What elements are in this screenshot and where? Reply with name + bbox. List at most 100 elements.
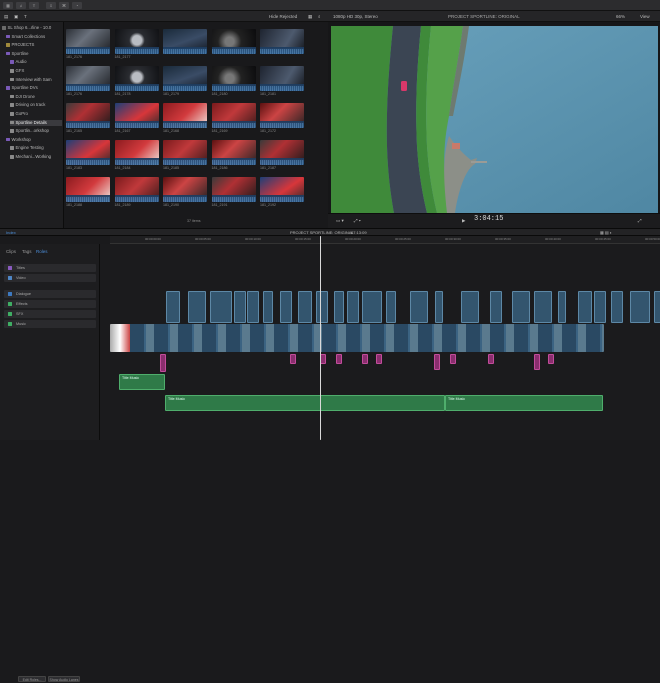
sidebar-item[interactable]: Mechani...Working xyxy=(10,154,62,161)
transform-icon[interactable]: ⤢ ▾ xyxy=(354,217,361,224)
connected-audio-clip[interactable] xyxy=(290,354,296,364)
clip-thumbnail[interactable] xyxy=(163,140,207,165)
connected-audio-clip[interactable] xyxy=(336,354,342,364)
clip-thumbnail[interactable] xyxy=(163,66,207,91)
connected-video-clip[interactable] xyxy=(594,291,606,323)
sidebar-item[interactable]: Workshop xyxy=(6,137,62,144)
sidebar-item[interactable]: Sportlin...orkshop xyxy=(10,128,62,135)
clip-thumbnail[interactable] xyxy=(211,140,256,165)
clip-thumbnail[interactable] xyxy=(260,140,304,165)
connected-video-clip[interactable] xyxy=(630,291,650,323)
sidebar-item[interactable]: Sportline Details xyxy=(10,119,62,127)
sidebar-item[interactable]: PROJECTS xyxy=(6,42,62,49)
role-row[interactable]: SFX xyxy=(4,310,96,318)
keyword-button[interactable]: ⌘ xyxy=(59,2,69,9)
playhead[interactable] xyxy=(320,236,321,440)
clip-thumbnail[interactable] xyxy=(211,66,256,91)
clip-thumbnail[interactable] xyxy=(260,103,304,128)
connected-video-clip[interactable] xyxy=(316,291,328,323)
sidebar-item[interactable]: Smart Collections xyxy=(6,34,62,41)
connected-video-clip[interactable] xyxy=(461,291,479,323)
clip-thumbnail[interactable] xyxy=(260,177,304,202)
clip-thumbnail[interactable] xyxy=(114,29,159,54)
connected-video-clip[interactable] xyxy=(512,291,530,323)
connected-video-clip[interactable] xyxy=(347,291,359,323)
libraries-icon[interactable]: ▤ xyxy=(4,13,8,20)
connected-video-clip[interactable] xyxy=(247,291,259,323)
connected-video-clip[interactable] xyxy=(386,291,396,323)
import-button[interactable]: ⇩ xyxy=(46,2,56,9)
connected-video-clip[interactable] xyxy=(166,291,180,323)
connected-video-clip[interactable] xyxy=(298,291,312,323)
connected-video-clip[interactable] xyxy=(611,291,623,323)
connected-audio-clip[interactable] xyxy=(160,354,166,372)
connected-video-clip[interactable] xyxy=(654,291,660,323)
sidebar-item[interactable]: SL Shop 6...rline - 10.0 xyxy=(2,25,62,32)
sidebar-item[interactable]: Sportline DVs xyxy=(6,85,62,92)
music-clip[interactable]: Title Music xyxy=(165,395,445,411)
photos-icon[interactable]: ▣ xyxy=(14,13,18,20)
storyline-start-clip[interactable] xyxy=(110,324,130,352)
music-clip[interactable]: Title Music xyxy=(119,374,165,390)
titles-icon[interactable]: T xyxy=(24,13,27,20)
connected-audio-clip[interactable] xyxy=(434,354,440,370)
timeline-ruler[interactable]: 00:00:00:00 00:00:05:00 00:00:10:00 00:00:1… xyxy=(110,236,660,244)
connected-video-clip[interactable] xyxy=(188,291,206,323)
search-icon[interactable]: ⌕ xyxy=(318,13,321,20)
clip-thumbnail[interactable] xyxy=(114,66,159,91)
index-toggle[interactable]: Index xyxy=(6,229,16,236)
sidebar-item[interactable]: GFX xyxy=(10,68,62,75)
timeline-area[interactable]: Title Music Title Music Title Music xyxy=(100,236,660,440)
library-button[interactable]: ▦ xyxy=(3,2,13,9)
play-button[interactable]: ▶ xyxy=(462,217,465,224)
clip-thumbnail[interactable] xyxy=(211,103,256,128)
sidebar-item[interactable]: Driving on track xyxy=(10,102,62,109)
connected-audio-clip[interactable] xyxy=(488,354,494,364)
hide-rejected-menu[interactable]: Hide Rejected xyxy=(269,13,297,20)
clip-thumbnail[interactable] xyxy=(114,103,159,128)
sidebar-item[interactable]: DJI Drone xyxy=(10,94,62,101)
clip-thumbnail[interactable] xyxy=(260,29,304,54)
clip-thumbnail[interactable] xyxy=(163,103,207,128)
zoom-menu[interactable]: 66% xyxy=(616,13,625,20)
view-menu[interactable]: View xyxy=(640,13,650,20)
connected-video-clip[interactable] xyxy=(410,291,428,323)
background-tasks-button[interactable]: ◔ xyxy=(72,2,82,9)
angle-icon[interactable]: ▭ ▾ xyxy=(336,217,344,224)
clip-thumbnail[interactable] xyxy=(114,140,159,165)
music-clip[interactable]: Title Music xyxy=(445,395,603,411)
clip-thumbnail[interactable] xyxy=(66,29,110,54)
sidebar-item[interactable]: Sportline xyxy=(6,51,62,58)
clip-appearance-icon[interactable]: ▦ ▤ ◐ xyxy=(600,229,612,236)
connected-audio-clip[interactable] xyxy=(534,354,540,370)
index-tab-tags[interactable]: Tags xyxy=(22,249,32,254)
connected-video-clip[interactable] xyxy=(234,291,246,323)
connected-video-clip[interactable] xyxy=(334,291,344,323)
role-row[interactable]: Dialogue xyxy=(4,290,96,298)
titles-button[interactable]: T xyxy=(29,2,39,9)
role-row[interactable]: Music xyxy=(4,320,96,328)
clip-thumbnail[interactable] xyxy=(66,140,110,165)
role-row[interactable]: Effects xyxy=(4,300,96,308)
clip-thumbnail[interactable] xyxy=(211,29,256,54)
clip-thumbnail[interactable] xyxy=(66,177,110,202)
connected-audio-clip[interactable] xyxy=(548,354,554,364)
clip-appearance-icon[interactable]: ▦ xyxy=(308,13,312,20)
index-tab-roles[interactable]: Roles xyxy=(36,249,48,254)
clip-thumbnail[interactable] xyxy=(163,29,207,54)
connected-video-clip[interactable] xyxy=(263,291,273,323)
sidebar-item[interactable]: Engine Testing xyxy=(10,145,62,152)
primary-storyline[interactable] xyxy=(110,324,604,352)
connected-video-clip[interactable] xyxy=(558,291,566,323)
clip-thumbnail[interactable] xyxy=(260,66,304,91)
clip-thumbnail[interactable] xyxy=(66,103,110,128)
connected-video-clip[interactable] xyxy=(362,291,382,323)
clip-thumbnail[interactable] xyxy=(163,177,207,202)
connected-video-clip[interactable] xyxy=(210,291,232,323)
clip-thumbnail[interactable] xyxy=(114,177,159,202)
connected-audio-clip[interactable] xyxy=(376,354,382,364)
index-tab-clips[interactable]: Clips xyxy=(6,249,16,254)
media-import-button[interactable]: ♫ xyxy=(16,2,26,9)
role-row[interactable]: Video xyxy=(4,274,96,282)
connected-audio-clip[interactable] xyxy=(362,354,368,364)
